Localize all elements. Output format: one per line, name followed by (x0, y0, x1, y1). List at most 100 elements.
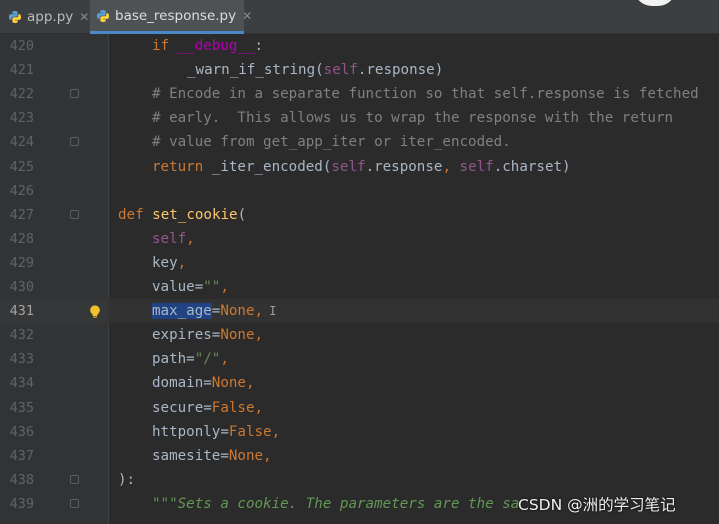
gutter-cell: 437 (0, 444, 108, 468)
code-line[interactable]: 430 value="", (0, 275, 719, 299)
code-line[interactable]: 438): (0, 468, 719, 492)
code-text: # Encode in a separate function so that … (152, 82, 699, 106)
code-token: _warn_if_string( (187, 62, 324, 79)
code-token: httponly= (152, 423, 229, 440)
code-line[interactable]: 426 (0, 179, 719, 203)
gutter-cell: 429 (0, 251, 108, 275)
code-text: expires=None, (152, 323, 263, 347)
code-line[interactable]: 425 return _iter_encoded(self.response, s… (0, 155, 719, 179)
python-file-icon (96, 9, 110, 23)
line-number: 420 (9, 38, 34, 54)
line-number: 437 (9, 447, 34, 464)
code-token: return (152, 158, 212, 175)
gutter-cell: 436 (0, 420, 108, 444)
gutter-cell: 426 (0, 179, 108, 203)
code-token: domain= (152, 375, 212, 392)
gutter-cell: 438 (0, 468, 108, 492)
code-line[interactable]: 437 samesite=None, (0, 444, 719, 468)
tab-label: app.py (27, 9, 74, 25)
text-cursor-icon: I (269, 304, 277, 319)
code-token: "" (203, 279, 221, 295)
gutter-cell: 431 (0, 299, 108, 324)
code-token: None (211, 375, 246, 392)
line-number: 429 (9, 254, 34, 271)
code-line[interactable]: 424 # value from get_app_iter or iter_enc… (0, 130, 719, 154)
code-token: # early. This allows us to wrap the resp… (152, 110, 674, 127)
code-token: ( (237, 206, 247, 223)
gutter-cell: 434 (0, 371, 108, 395)
code-line[interactable]: 428 self, (0, 227, 719, 251)
code-text: """Sets a cookie. The parameters are the… (152, 492, 519, 516)
code-text: samesite=None, (152, 444, 272, 468)
code-text: path="/", (152, 347, 229, 371)
line-number: 434 (9, 375, 34, 392)
lightbulb-icon[interactable] (89, 304, 101, 319)
code-editor[interactable]: 420 if __debug__: 421 _warn_if_string(self.… (0, 34, 719, 524)
fold-marker-icon[interactable] (70, 137, 79, 147)
code-token: self (331, 158, 366, 175)
tab-app-py[interactable]: app.py ✕ (0, 0, 89, 34)
code-token: False (228, 423, 272, 440)
line-number: 436 (9, 423, 34, 440)
code-token: samesite= (152, 447, 229, 464)
line-number: 422 (9, 86, 34, 103)
fold-marker-icon[interactable] (70, 89, 79, 99)
gutter-cell: 425 (0, 155, 108, 179)
code-token: , (254, 327, 264, 344)
tab-label: base_response.py (115, 7, 237, 24)
code-line[interactable]: 429 key, (0, 251, 719, 275)
line-number: 421 (9, 62, 34, 79)
code-line[interactable]: 432 expires=None, (0, 323, 719, 347)
csdn-watermark: CSDN @洲的学习笔记 (518, 496, 676, 514)
code-line[interactable]: 420 if __debug__: (0, 34, 719, 58)
gutter-cell: 433 (0, 347, 108, 371)
code-token: # value from get_app_iter or iter_encode… (152, 134, 511, 151)
close-icon[interactable]: ✕ (79, 11, 89, 23)
code-line[interactable]: 421 _warn_if_string(self.response) (0, 58, 719, 82)
line-number: 426 (9, 182, 34, 199)
code-token: ): (118, 471, 136, 488)
code-line[interactable]: 427 def set_cookie( (0, 203, 719, 227)
line-number: 430 (9, 279, 34, 295)
code-text: _warn_if_string(self.response) (187, 58, 443, 82)
code-token: , (263, 447, 272, 464)
code-token: , (177, 254, 187, 271)
code-text: key, (152, 251, 186, 275)
fold-marker-icon[interactable] (70, 474, 79, 484)
code-token: , (271, 423, 281, 440)
code-line[interactable]: 436 httponly=False, (0, 420, 719, 444)
code-token: if (152, 38, 178, 54)
code-line[interactable]: 431 max_age=None, I (0, 299, 719, 324)
gutter-cell: 423 (0, 106, 108, 130)
fold-marker-icon[interactable] (70, 498, 79, 508)
code-line[interactable]: 434 domain=None, (0, 371, 719, 395)
line-number: 438 (9, 471, 34, 488)
code-line[interactable]: 435 secure=False, (0, 396, 719, 420)
gutter-cell: 428 (0, 227, 108, 251)
editor-tab-bar: app.py ✕ base_response.py ✕ (0, 0, 719, 34)
code-text: secure=False, (152, 396, 263, 420)
code-token: value= (152, 279, 204, 295)
fold-marker-icon[interactable] (70, 209, 79, 219)
code-token: .charset) (493, 158, 571, 175)
line-number: 431 (9, 303, 34, 320)
code-token: self (459, 158, 494, 175)
code-line[interactable]: 422 # Encode in a separate function so th… (0, 82, 719, 106)
code-token: """Sets a cookie. The parameters are the… (152, 495, 520, 512)
code-text: def set_cookie( (118, 203, 246, 227)
tab-base-response-py[interactable]: base_response.py ✕ (90, 0, 252, 34)
code-text: return _iter_encoded(self.response, self… (152, 155, 571, 179)
close-icon[interactable]: ✕ (242, 10, 252, 22)
gutter-cell: 435 (0, 396, 108, 420)
code-line[interactable]: 433 path="/", (0, 347, 719, 371)
gutter-cell: 430 (0, 275, 108, 299)
code-token: False (211, 399, 255, 416)
code-token: , (245, 375, 255, 392)
code-token: def (118, 206, 153, 223)
code-token: None (220, 303, 255, 320)
code-token: path= (152, 351, 195, 368)
code-token: expires= (152, 327, 221, 344)
code-token: secure= (152, 399, 212, 416)
selected-text: max_age (152, 303, 212, 320)
code-line[interactable]: 423 # early. This allows us to wrap the r… (0, 106, 719, 130)
